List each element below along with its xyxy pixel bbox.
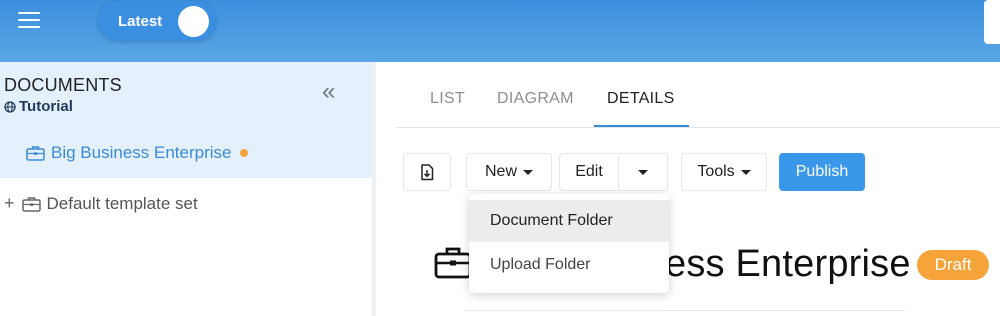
tools-button-label: Tools [697, 163, 735, 180]
briefcase-icon [26, 146, 45, 161]
tree-item-label: Big Business Enterprise [51, 143, 232, 162]
tree-item-default-template-set[interactable]: + Default template set [4, 193, 198, 214]
menu-icon[interactable] [18, 12, 40, 30]
page-title: ess Enterprise [665, 243, 911, 285]
menu-item-upload-folder[interactable]: Upload Folder [469, 244, 669, 286]
active-tab-indicator [594, 125, 689, 127]
tools-button[interactable]: Tools [681, 153, 767, 191]
version-toggle[interactable]: Latest [98, 1, 216, 41]
new-button-label: New [484, 163, 517, 180]
tab-list[interactable]: LIST [430, 90, 465, 108]
publish-button[interactable]: Publish [779, 153, 865, 191]
new-dropdown-menu: Document Folder Upload Folder [469, 194, 669, 293]
tree-item-label: Default template set [46, 193, 198, 213]
project-name[interactable]: Tutorial [4, 98, 73, 115]
briefcase-icon [21, 196, 41, 212]
tab-diagram[interactable]: DIAGRAM [497, 90, 574, 108]
edit-button[interactable]: Edit [559, 153, 619, 191]
briefcase-icon [434, 245, 472, 284]
tabs-divider [396, 127, 1000, 128]
app-header: Latest [0, 0, 1000, 62]
unsaved-status-dot [240, 149, 249, 157]
sidebar-title: DOCUMENTS [4, 75, 122, 95]
sidebar: DOCUMENTS « Tutorial Big Business Enterp… [0, 62, 372, 316]
header-action-box[interactable] [984, 0, 1000, 44]
caret-down-icon [740, 169, 751, 175]
new-button[interactable]: New [466, 153, 552, 191]
expand-icon[interactable]: + [4, 193, 15, 214]
edit-dropdown-button[interactable] [618, 153, 668, 191]
sidebar-resize-handle[interactable] [372, 62, 376, 316]
version-toggle-label: Latest [118, 13, 163, 30]
double-chevron-left-icon[interactable]: « [322, 80, 335, 104]
edit-button-label: Edit [575, 163, 603, 180]
caret-down-icon [523, 169, 533, 175]
toggle-knob[interactable] [178, 6, 209, 37]
content-divider [465, 310, 905, 311]
globe-icon [4, 100, 16, 113]
import-icon [421, 163, 434, 180]
status-badge: Draft [917, 250, 989, 280]
caret-down-icon [638, 169, 648, 175]
tree-item-big-business-enterprise[interactable]: Big Business Enterprise [26, 143, 249, 163]
project-name-label: Tutorial [19, 98, 73, 115]
import-button[interactable] [403, 153, 451, 191]
tab-details[interactable]: DETAILS [607, 90, 675, 108]
menu-item-document-folder[interactable]: Document Folder [469, 200, 669, 242]
